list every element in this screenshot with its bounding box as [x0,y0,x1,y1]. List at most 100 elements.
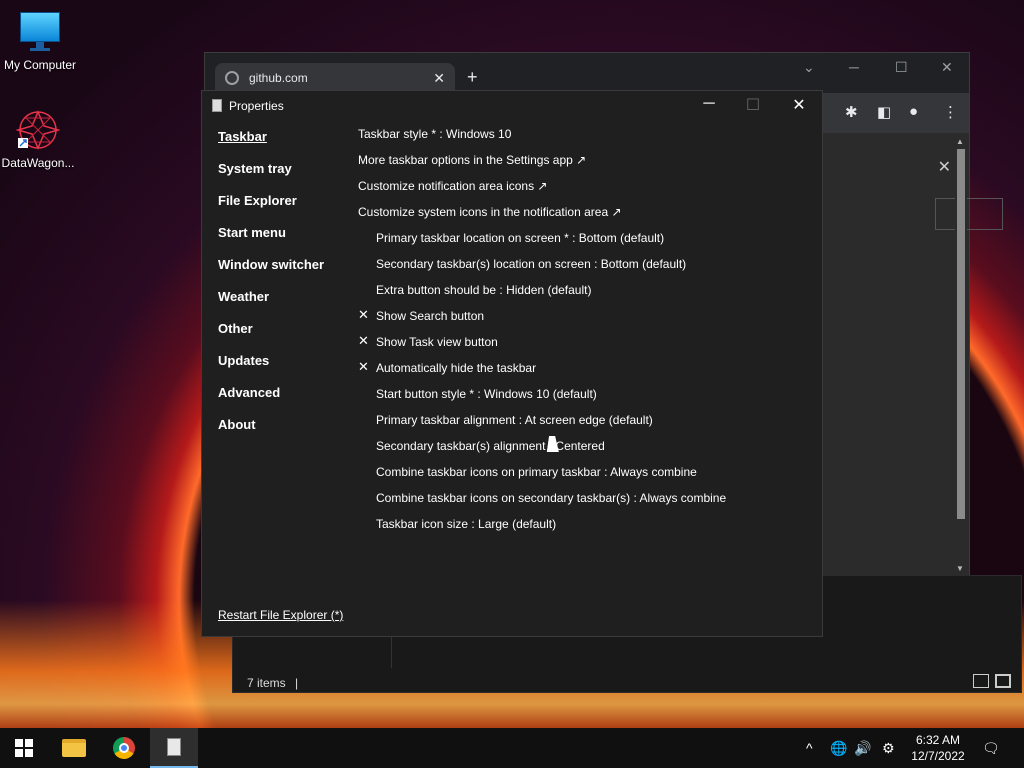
option-label: Show Task view button [376,335,498,349]
option-label: Secondary taskbar(s) location on screen … [376,257,687,271]
browser-minimize-button[interactable]: ─ [849,59,859,75]
new-tab-button[interactable]: + [467,67,478,88]
option-label: Customize system icons in the notificati… [358,205,622,219]
globe-icon [225,71,239,85]
side-panel-icon[interactable]: ◧ [877,103,891,121]
option-row[interactable]: Primary taskbar alignment : At screen ed… [358,411,798,437]
option-label: Automatically hide the taskbar [376,361,537,375]
details-view-icon[interactable] [973,674,989,688]
status-bar-item-count: 7 items [247,676,286,690]
folder-icon [62,739,86,757]
settings-nav: Taskbar System tray File Explorer Start … [218,129,324,449]
option-label: Extra button should be : Hidden (default… [376,283,592,297]
clock-date: 12/7/2022 [911,749,965,763]
checkbox-mark-icon: ✕ [358,333,369,348]
tab-title: github.com [249,71,308,85]
volume-button[interactable]: 🔊 [854,728,871,768]
option-label: Taskbar icon size : Large (default) [376,517,557,531]
properties-icon [167,738,181,756]
large-icons-view-icon[interactable] [995,674,1011,688]
option-row[interactable]: Secondary taskbar(s) location on screen … [358,255,798,281]
option-row[interactable]: Primary taskbar location on screen * : B… [358,229,798,255]
option-label: Secondary taskbar(s) alignment : Centere… [376,439,605,453]
restart-file-explorer-link[interactable]: Restart File Explorer (*) [218,608,343,622]
page-input-box[interactable] [935,198,1003,230]
option-row[interactable]: Combine taskbar icons on primary taskbar… [358,463,798,489]
nav-item-file-explorer[interactable]: File Explorer [218,193,324,225]
nav-item-weather[interactable]: Weather [218,289,324,321]
desktop-icon-my-computer[interactable]: My Computer [0,10,80,72]
network-button[interactable]: 🌐 [830,728,847,768]
show-hidden-icons-button[interactable]: ^ [806,728,813,768]
option-label: Customize notification area icons ↗ [358,179,548,193]
minimize-button[interactable]: ─ [694,95,724,113]
browser-close-button[interactable]: ✕ [941,59,953,76]
taskbar-options-list: Taskbar style * : Windows 10 More taskbar… [358,125,798,541]
start-button[interactable] [0,728,48,768]
chevron-up-icon: ^ [806,740,813,756]
network-icon: 🌐 [830,739,848,756]
option-row[interactable]: Customize notification area icons ↗ [358,177,798,203]
option-row[interactable]: Taskbar icon size : Large (default) [358,515,798,541]
option-row[interactable]: Extra button should be : Hidden (default… [358,281,798,307]
option-label: More taskbar options in the Settings app… [358,153,587,167]
option-row[interactable]: Secondary taskbar(s) alignment : Centere… [358,437,798,463]
desktop-icon-label: My Computer [3,58,77,72]
option-row[interactable]: Combine taskbar icons on secondary taskb… [358,489,798,515]
option-row[interactable]: Taskbar style * : Windows 10 [358,125,798,151]
option-row[interactable]: ✕ Automatically hide the taskbar [358,359,798,385]
close-icon[interactable]: ✕ [938,157,951,177]
taskbar-properties[interactable] [150,728,198,768]
windows-logo-icon [15,739,33,757]
nav-item-advanced[interactable]: Advanced [218,385,324,417]
option-row[interactable]: Customize system icons in the notificati… [358,203,798,229]
datawagon-icon [15,108,61,152]
properties-titlebar: Properties ─ ☐ ✕ [202,91,822,121]
close-button[interactable]: ✕ [784,95,814,115]
desktop-icon-datawagon[interactable]: DataWagon... [0,108,78,170]
nav-item-window-switcher[interactable]: Window switcher [218,257,324,289]
option-label: Start button style * : Windows 10 (defau… [376,387,597,401]
option-row[interactable]: ✕ Show Task view button [358,333,798,359]
clock-time: 6:32 AM [915,733,961,747]
status-separator: | [295,676,299,690]
taskbar-file-explorer[interactable] [50,728,98,768]
taskbar-chrome[interactable] [100,728,148,768]
chrome-icon [113,737,135,759]
nav-item-start-menu[interactable]: Start menu [218,225,324,257]
notification-icon: 🗨 [982,739,1000,756]
maximize-button[interactable]: ☐ [738,95,768,115]
settings-button[interactable]: ⚙ [882,728,895,768]
browser-tab[interactable]: github.com ✕ [215,63,455,93]
browser-scrollbar[interactable]: ▲ ▼ [955,137,967,573]
nav-item-system-tray[interactable]: System tray [218,161,324,193]
browser-tabbar: github.com ✕ + ⌄ ─ ☐ ✕ [205,53,969,93]
option-row[interactable]: More taskbar options in the Settings app… [358,151,798,177]
option-label: Show Search button [376,309,485,323]
profile-icon[interactable]: ● [909,103,918,120]
nav-item-taskbar[interactable]: Taskbar [218,129,324,161]
option-label: Combine taskbar icons on secondary taskb… [376,491,727,505]
computer-icon [18,10,62,54]
option-row[interactable]: ✕ Show Search button [358,307,798,333]
window-title: Properties [229,99,284,113]
browser-maximize-button[interactable]: ☐ [895,59,908,76]
nav-item-about[interactable]: About [218,417,324,449]
properties-window: Properties ─ ☐ ✕ Taskbar System tray Fil… [201,90,823,637]
nav-item-other[interactable]: Other [218,321,324,353]
mouse-cursor [546,436,562,452]
close-tab-icon[interactable]: ✕ [433,70,445,87]
extensions-icon[interactable]: ✱ [845,103,858,121]
desktop-icon-label: DataWagon... [1,156,75,170]
option-label: Combine taskbar icons on primary taskbar… [376,465,697,479]
tab-search-icon[interactable]: ⌄ [803,59,815,76]
nav-item-updates[interactable]: Updates [218,353,324,385]
clock[interactable]: 6:32 AM 12/7/2022 [908,732,968,764]
notifications-button[interactable]: 🗨 [982,728,1000,768]
option-label: Primary taskbar alignment : At screen ed… [376,413,653,427]
menu-icon[interactable]: ⋮ [943,103,958,121]
gear-icon: ⚙ [882,739,895,756]
option-label: Taskbar style * : Windows 10 [358,127,512,141]
taskbar: ^ 🌐 🔊 ⚙ 6:32 AM 12/7/2022 🗨 [0,728,1024,768]
option-row[interactable]: Start button style * : Windows 10 (defau… [358,385,798,411]
